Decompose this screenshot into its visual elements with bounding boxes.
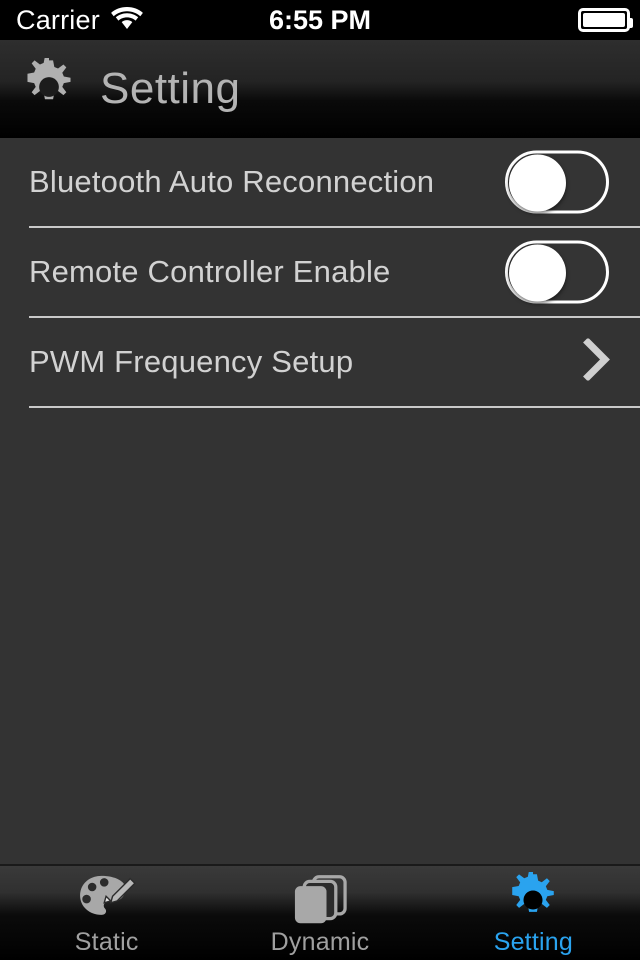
page-title: Setting <box>100 64 241 113</box>
battery-nub <box>629 18 633 28</box>
app-screen: Carrier 6:55 PM Setting Bluetooth Auto R… <box>0 0 640 960</box>
battery-fill <box>583 13 625 27</box>
tab-label: Setting <box>493 928 573 956</box>
tab-bar: Static Dynamic Setting <box>0 864 640 960</box>
clock-label: 6:55 PM <box>268 4 372 35</box>
tab-label: Dynamic <box>270 928 370 956</box>
tab-dynamic[interactable]: Dynamic <box>213 866 426 960</box>
toggle-knob <box>509 154 566 212</box>
gear-icon <box>20 55 78 121</box>
tab-static[interactable]: Static <box>0 866 213 960</box>
battery-full-icon <box>578 8 633 32</box>
bluetooth-auto-reconnection-toggle[interactable] <box>505 150 609 214</box>
gear-icon <box>505 872 561 926</box>
table-row[interactable]: Remote Controller Enable <box>0 228 640 316</box>
status-bar: Carrier 6:55 PM <box>0 0 640 40</box>
tab-label: Static <box>74 928 139 956</box>
row-label: Remote Controller Enable <box>29 254 391 289</box>
tab-setting[interactable]: Setting <box>427 866 640 960</box>
settings-list: Bluetooth Auto Reconnection Remote Contr… <box>0 138 640 864</box>
row-label: PWM Frequency Setup <box>29 344 354 379</box>
chevron-right-icon[interactable] <box>583 337 611 386</box>
row-label: Bluetooth Auto Reconnection <box>29 164 435 199</box>
row-separator <box>29 406 640 408</box>
table-row[interactable]: Bluetooth Auto Reconnection <box>0 138 640 226</box>
remote-controller-enable-toggle[interactable] <box>505 240 609 304</box>
table-row[interactable]: PWM Frequency Setup <box>0 318 640 406</box>
palette-brush-icon <box>77 874 137 926</box>
stacked-cards-icon <box>291 874 349 926</box>
toggle-knob <box>509 244 566 302</box>
navigation-bar: Setting <box>0 40 640 138</box>
status-bar-right <box>578 0 633 40</box>
